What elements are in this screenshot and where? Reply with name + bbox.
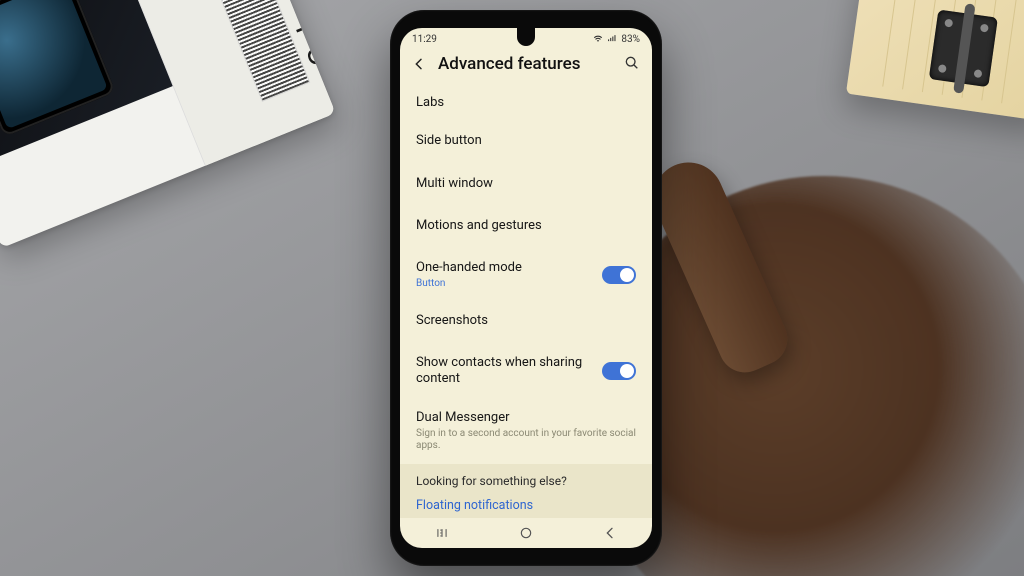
item-label: Dual Messenger Sign in to a second accou… (416, 410, 636, 453)
phone-screen: 11:29 83% Advanced features (400, 28, 652, 548)
page-title: Advanced features (438, 54, 614, 74)
nav-back-button[interactable] (590, 525, 630, 541)
one-handed-toggle[interactable] (602, 266, 636, 284)
item-multi-window[interactable]: Multi window (400, 165, 652, 203)
item-label: Multi window (416, 176, 636, 192)
share-contacts-toggle[interactable] (602, 362, 636, 380)
item-label: Side button (416, 133, 636, 149)
item-label: Screenshots (416, 313, 636, 329)
item-label: Motions and gestures (416, 218, 636, 234)
box-phone-illustration (0, 0, 116, 137)
nav-home-button[interactable] (506, 525, 546, 541)
item-label: Labs (416, 95, 636, 111)
item-description: Sign in to a second account in your favo… (416, 428, 636, 453)
product-box: SAMSUNG Galaxy A06 (0, 0, 336, 248)
camera-notch (517, 28, 535, 46)
page-header: Advanced features (400, 50, 652, 84)
footer-card: Looking for something else? Floating not… (400, 464, 652, 518)
wifi-icon (593, 34, 603, 44)
nav-bar (400, 518, 652, 548)
hinge (929, 10, 998, 88)
footer-prompt: Looking for something else? (416, 474, 636, 488)
settings-list: Labs Side button Multi window Motions an… (400, 84, 652, 518)
item-label: Show contacts when sharing content (416, 355, 592, 388)
wood-block (846, 0, 1024, 121)
signal-icon (607, 34, 617, 44)
footer-link-floating-notifications[interactable]: Floating notifications (416, 498, 636, 513)
item-labs[interactable]: Labs (400, 84, 652, 122)
phone-device: 11:29 83% Advanced features (390, 10, 662, 566)
item-sublabel: Button (416, 278, 592, 291)
item-screenshots[interactable]: Screenshots (400, 302, 652, 340)
item-dual-messenger[interactable]: Dual Messenger Sign in to a second accou… (400, 399, 652, 464)
item-motions-gestures[interactable]: Motions and gestures (400, 207, 652, 245)
search-button[interactable] (624, 55, 642, 73)
status-time: 11:29 (412, 34, 437, 45)
status-battery: 83% (621, 34, 640, 45)
item-label: One-handed mode Button (416, 260, 592, 291)
item-side-button[interactable]: Side button (400, 122, 652, 160)
back-button[interactable] (410, 55, 428, 73)
item-one-handed-mode[interactable]: One-handed mode Button (400, 249, 652, 302)
scene: SAMSUNG Galaxy A06 11:29 (0, 0, 1024, 576)
item-show-contacts-sharing[interactable]: Show contacts when sharing content (400, 344, 652, 399)
nav-recents-button[interactable] (422, 526, 462, 540)
